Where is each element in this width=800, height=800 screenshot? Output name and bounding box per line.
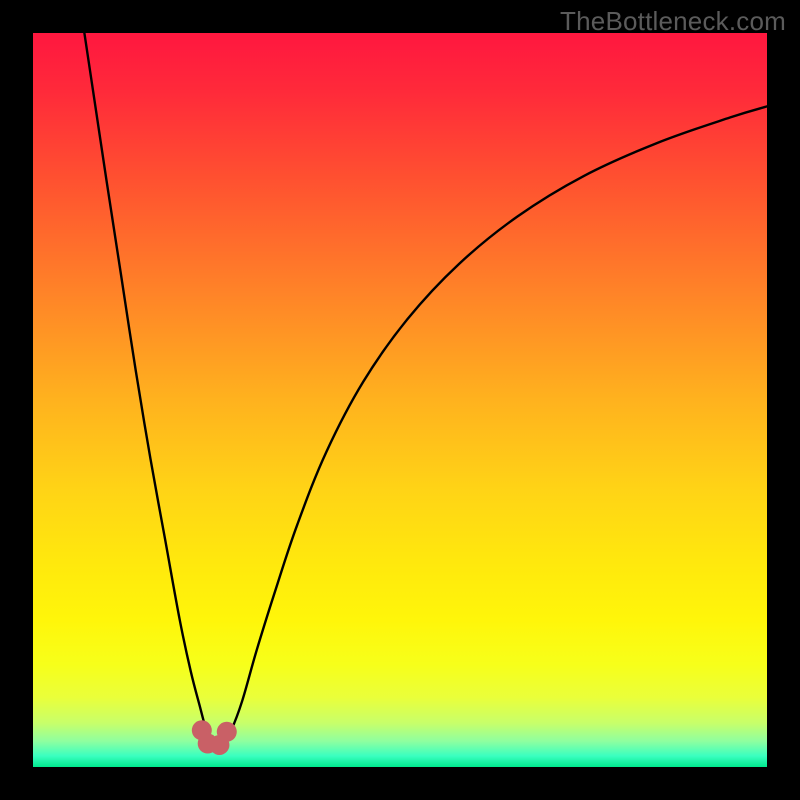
valley-endpoint-3 [217, 722, 237, 742]
plot-area [33, 33, 767, 767]
bottleneck-chart [33, 33, 767, 767]
app-frame: TheBottleneck.com [0, 0, 800, 800]
watermark-text: TheBottleneck.com [560, 6, 786, 37]
